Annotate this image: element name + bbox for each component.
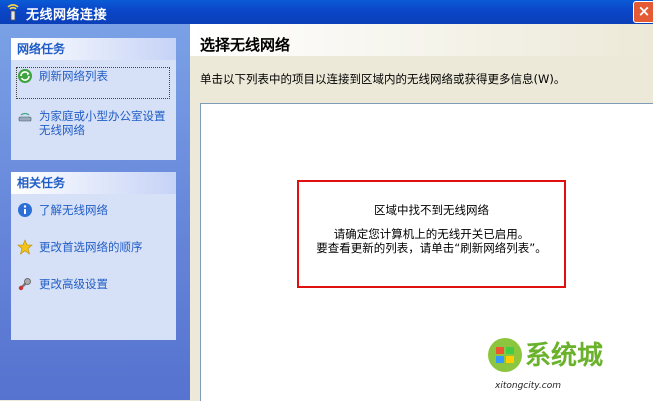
watermark-brand: 系统城 xyxy=(525,341,604,371)
refresh-network-list-label: 刷新网络列表 xyxy=(39,69,108,83)
related-tasks-header[interactable]: 相关任务 xyxy=(11,172,176,194)
close-button[interactable]: × xyxy=(633,1,653,23)
settings-icon xyxy=(18,278,31,291)
network-tasks-header[interactable]: 网络任务 xyxy=(11,38,176,60)
setup-wireless-network-label: 为家庭或小型办公室设置无线网络 xyxy=(39,109,166,137)
change-advanced-settings-link[interactable]: 更改高级设置 xyxy=(17,276,169,294)
no-networks-message: 区域中找不到无线网络 请确定您计算机上的无线开关已启用。 要查看更新的列表，请单… xyxy=(297,180,566,288)
message-title: 区域中找不到无线网络 xyxy=(374,203,489,217)
title-bar: 无线网络连接 × xyxy=(0,0,653,24)
instruction-text: 单击以下列表中的项目以连接到区域内的无线网络或获得更多信息(W)。 xyxy=(200,72,566,86)
setup-wireless-network-link[interactable]: 为家庭或小型办公室设置无线网络 xyxy=(17,108,169,148)
windows-logo-icon xyxy=(488,338,522,372)
watermark-url: xitongcity.com xyxy=(495,381,561,391)
refresh-network-list-link[interactable]: 刷新网络列表 xyxy=(16,67,170,99)
wireless-setup-icon xyxy=(18,112,32,122)
change-preferred-order-link[interactable]: 更改首选网络的顺序 xyxy=(17,239,169,257)
window-title: 无线网络连接 xyxy=(26,8,108,23)
change-preferred-order-label: 更改首选网络的顺序 xyxy=(39,240,143,254)
wireless-network-icon xyxy=(7,4,19,21)
page-title: 选择无线网络 xyxy=(200,36,291,54)
info-icon xyxy=(18,203,32,217)
related-tasks-panel: 相关任务 了解无线网络 更改首选网络的顺序 更改高级设置 xyxy=(11,172,176,340)
watermark: 系统城 xitongcity.com xyxy=(485,335,635,395)
learn-wireless-label: 了解无线网络 xyxy=(39,203,108,217)
refresh-icon xyxy=(18,69,32,83)
message-line-2: 要查看更新的列表，请单击“刷新网络列表”。 xyxy=(316,241,547,255)
star-icon xyxy=(17,239,33,255)
learn-wireless-link[interactable]: 了解无线网络 xyxy=(17,202,169,220)
network-tasks-panel: 网络任务 刷新网络列表 为家庭或小型办公室设置无线网络 xyxy=(11,38,176,160)
task-pane: 网络任务 刷新网络列表 为家庭或小型办公室设置无线网络 相关任务 了解无线网络 … xyxy=(0,24,190,400)
change-advanced-settings-label: 更改高级设置 xyxy=(39,277,108,291)
main-header: 选择无线网络 xyxy=(190,24,653,56)
